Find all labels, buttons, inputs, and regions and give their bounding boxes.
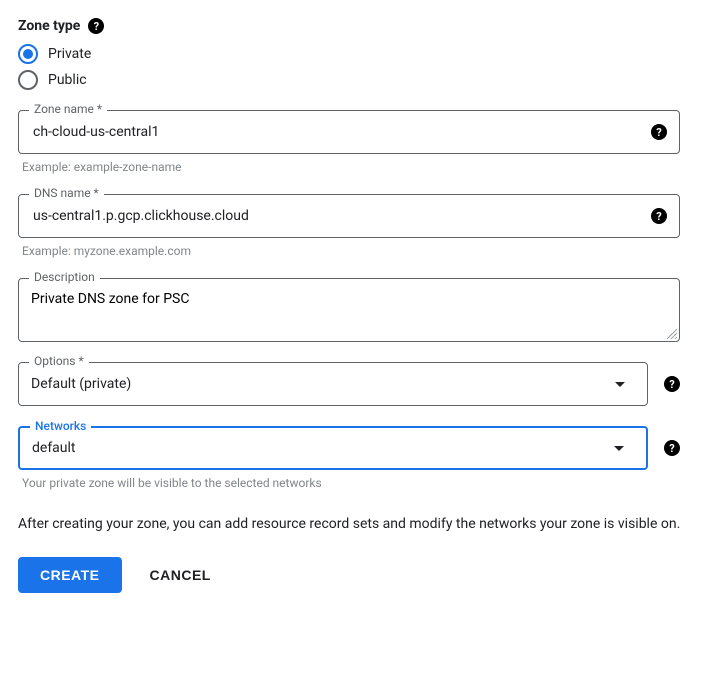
options-value: Default (private) — [31, 376, 605, 392]
zone-type-private-radio[interactable]: Private — [18, 44, 710, 64]
radio-label: Private — [48, 46, 91, 62]
radio-selected-icon — [18, 44, 38, 64]
networks-value: default — [32, 440, 604, 456]
zone-type-label: Zone type — [18, 18, 80, 34]
zone-name-label: Zone name * — [29, 102, 107, 116]
description-input[interactable] — [31, 279, 667, 341]
zone-name-field[interactable]: Zone name * ? — [18, 110, 680, 154]
cancel-button[interactable]: CANCEL — [146, 557, 215, 593]
description-field[interactable]: Description — [18, 278, 680, 342]
dns-name-hint: Example: myzone.example.com — [22, 244, 676, 258]
resize-handle-icon — [667, 329, 677, 339]
zone-name-hint: Example: example-zone-name — [22, 160, 676, 174]
dns-name-input[interactable] — [31, 207, 651, 225]
help-icon[interactable]: ? — [651, 208, 667, 224]
networks-label: Networks — [30, 419, 91, 433]
chevron-down-icon — [615, 382, 625, 387]
networks-select[interactable]: Networks default — [18, 426, 648, 470]
zone-type-public-radio[interactable]: Public — [18, 70, 710, 90]
zone-name-input[interactable] — [31, 123, 651, 141]
help-icon[interactable]: ? — [664, 440, 680, 456]
help-icon[interactable]: ? — [651, 124, 667, 140]
chevron-down-icon — [614, 446, 624, 451]
help-icon[interactable]: ? — [664, 376, 680, 392]
dns-name-field[interactable]: DNS name * ? — [18, 194, 680, 238]
radio-unselected-icon — [18, 70, 38, 90]
info-text: After creating your zone, you can add re… — [18, 514, 698, 535]
radio-label: Public — [48, 72, 87, 88]
options-label: Options * — [29, 354, 89, 368]
create-button[interactable]: CREATE — [18, 557, 122, 593]
networks-hint: Your private zone will be visible to the… — [22, 476, 676, 490]
description-label: Description — [29, 270, 100, 284]
help-icon[interactable]: ? — [88, 18, 104, 34]
dns-name-label: DNS name * — [29, 186, 104, 200]
options-select[interactable]: Options * Default (private) — [18, 362, 648, 406]
